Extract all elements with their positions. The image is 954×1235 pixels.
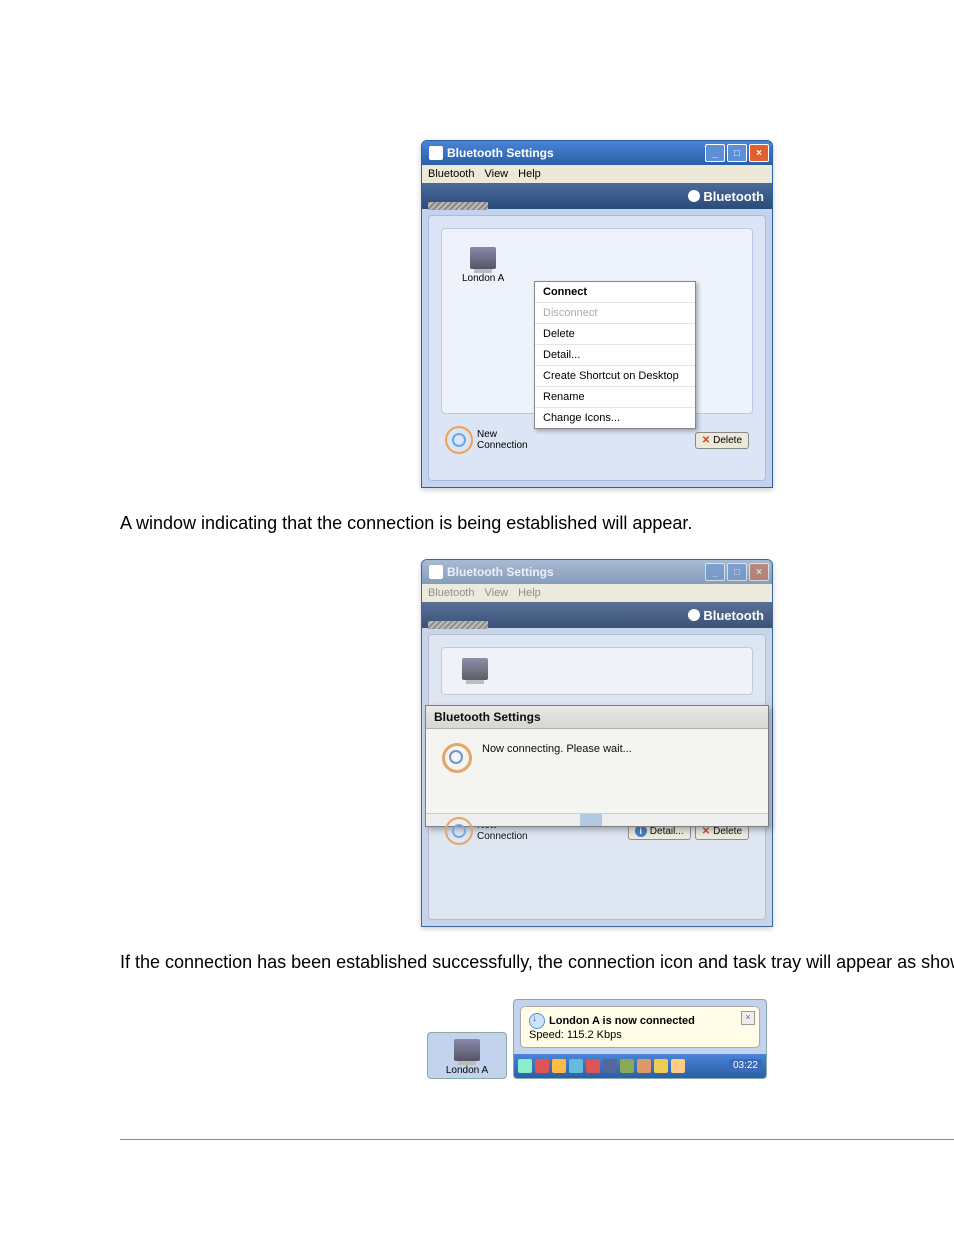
device-area: London A Connect Disconnect Delete Detai… bbox=[441, 228, 753, 414]
ctx-detail[interactable]: Detail... bbox=[535, 345, 695, 366]
tray-icon[interactable] bbox=[569, 1059, 583, 1073]
app-icon bbox=[429, 565, 443, 579]
ctx-rename[interactable]: Rename bbox=[535, 387, 695, 408]
caption-connecting: A window indicating that the connection … bbox=[120, 512, 954, 535]
menu-bluetooth[interactable]: Bluetooth bbox=[428, 168, 474, 180]
delete-button[interactable]: ✕ Delete bbox=[695, 432, 749, 449]
ctx-change-icons[interactable]: Change Icons... bbox=[535, 408, 695, 428]
maximize-button[interactable]: □ bbox=[727, 144, 747, 162]
tray-icon[interactable] bbox=[654, 1059, 668, 1073]
menu-bluetooth: Bluetooth bbox=[428, 587, 474, 599]
device-label: London A bbox=[446, 1065, 488, 1076]
bluetooth-icon bbox=[688, 609, 700, 621]
titlebar: Bluetooth Settings _ □ × bbox=[422, 560, 772, 584]
tray-icon[interactable] bbox=[620, 1059, 634, 1073]
menubar: Bluetooth View Help bbox=[422, 165, 772, 183]
delete-x-icon: ✕ bbox=[702, 826, 710, 837]
menu-help: Help bbox=[518, 587, 541, 599]
lan-device-icon bbox=[462, 658, 488, 680]
balloon-title-text: London A is now connected bbox=[549, 1015, 695, 1027]
close-button[interactable]: × bbox=[749, 144, 769, 162]
window-title: Bluetooth Settings bbox=[447, 565, 705, 579]
delete-label: Delete bbox=[713, 826, 742, 837]
titlebar[interactable]: Bluetooth Settings _ □ × bbox=[422, 141, 772, 165]
connecting-icon bbox=[442, 743, 472, 773]
new-connection-icon bbox=[445, 817, 473, 845]
lan-device-icon bbox=[454, 1039, 480, 1061]
dialog-message: Now connecting. Please wait... bbox=[482, 743, 632, 755]
balloon-speed-text: Speed: 115.2 Kbps bbox=[529, 1029, 751, 1041]
bluetooth-icon bbox=[688, 190, 700, 202]
taskbar-clock: 03:22 bbox=[729, 1059, 762, 1072]
taskbar: 03:22 bbox=[514, 1054, 766, 1078]
tray-screenshot: London A × London A is now connected Spe… bbox=[427, 999, 767, 1079]
balloon-close-button[interactable]: × bbox=[741, 1011, 755, 1025]
tray-icon[interactable] bbox=[586, 1059, 600, 1073]
bluetooth-settings-window-2: Bluetooth Settings _ □ × Bluetooth View … bbox=[421, 559, 773, 927]
brand-strip: Bluetooth bbox=[422, 602, 772, 628]
device-london-a[interactable]: London A bbox=[462, 247, 504, 284]
menubar: Bluetooth View Help bbox=[422, 584, 772, 602]
ctx-delete[interactable]: Delete bbox=[535, 324, 695, 345]
menu-help[interactable]: Help bbox=[518, 168, 541, 180]
device-item bbox=[462, 658, 488, 684]
ctx-shortcut[interactable]: Create Shortcut on Desktop bbox=[535, 366, 695, 387]
tray-icon[interactable] bbox=[518, 1059, 532, 1073]
brand-strip: Bluetooth bbox=[422, 183, 772, 209]
tray-icon[interactable] bbox=[637, 1059, 651, 1073]
bluetooth-settings-window-1: Bluetooth Settings _ □ × Bluetooth View … bbox=[421, 140, 773, 488]
connecting-dialog: Bluetooth Settings Now connecting. Pleas… bbox=[425, 705, 769, 827]
menu-view[interactable]: View bbox=[484, 168, 508, 180]
ctx-disconnect: Disconnect bbox=[535, 303, 695, 324]
new-connection-icon bbox=[445, 426, 473, 454]
menu-view: View bbox=[484, 587, 508, 599]
device-label: London A bbox=[462, 273, 504, 284]
new-connection-button[interactable]: New Connection bbox=[445, 426, 528, 454]
tray-icon[interactable] bbox=[552, 1059, 566, 1073]
context-menu: Connect Disconnect Delete Detail... Crea… bbox=[534, 281, 696, 429]
progress-bar bbox=[426, 813, 768, 826]
close-button: × bbox=[749, 563, 769, 581]
download-icon bbox=[529, 1013, 545, 1029]
ctx-connect[interactable]: Connect bbox=[535, 282, 695, 303]
minimize-button[interactable]: _ bbox=[705, 144, 725, 162]
new-connection-label: New Connection bbox=[477, 429, 528, 451]
dialog-title: Bluetooth Settings bbox=[426, 706, 768, 729]
app-icon bbox=[429, 146, 443, 160]
delete-label: Delete bbox=[713, 435, 742, 446]
lan-device-icon bbox=[470, 247, 496, 269]
page-footer-rule bbox=[120, 1139, 954, 1140]
brand-label: Bluetooth bbox=[703, 189, 764, 204]
window-title: Bluetooth Settings bbox=[447, 146, 705, 160]
caption-established: If the connection has been established s… bbox=[120, 951, 954, 974]
detail-label: Detail... bbox=[650, 826, 684, 837]
notification-balloon: × London A is now connected Speed: 115.2… bbox=[520, 1006, 760, 1048]
delete-x-icon: ✕ bbox=[702, 435, 710, 446]
maximize-button: □ bbox=[727, 563, 747, 581]
minimize-button: _ bbox=[705, 563, 725, 581]
connected-device-tile[interactable]: London A bbox=[427, 1032, 507, 1079]
brand-label: Bluetooth bbox=[703, 608, 764, 623]
tray-icon[interactable] bbox=[671, 1059, 685, 1073]
device-area bbox=[441, 647, 753, 695]
tray-icon[interactable] bbox=[535, 1059, 549, 1073]
tray-icon[interactable] bbox=[603, 1059, 617, 1073]
